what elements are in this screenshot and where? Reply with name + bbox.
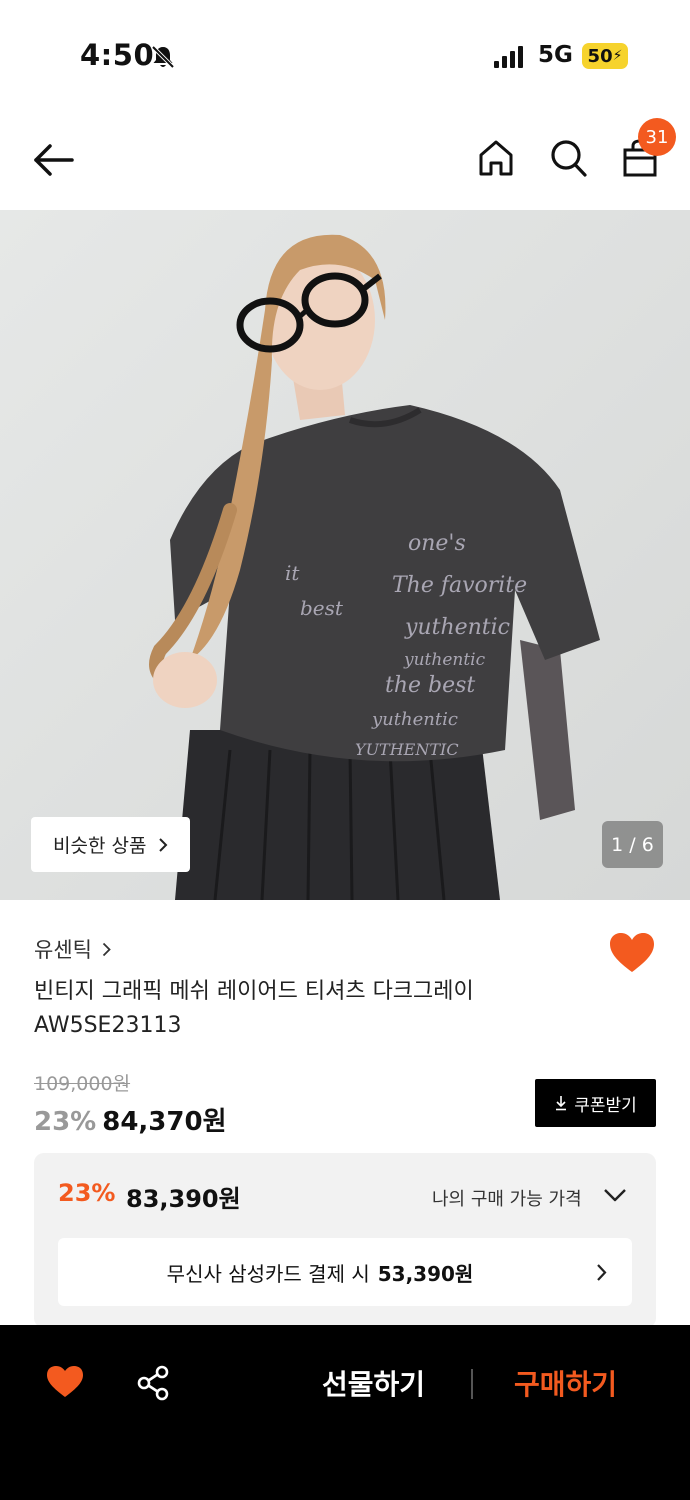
coupon-download-button[interactable]: 쿠폰받기 (535, 1079, 656, 1127)
svg-text:the best: the best (385, 673, 475, 698)
chevron-right-icon (597, 1264, 607, 1281)
battery-indicator: 50 ⚡ (582, 43, 628, 69)
product-photo: one's The favorite yuthentic yuthentic t… (0, 210, 690, 900)
original-price: 109,000원 (34, 1073, 131, 1095)
svg-text:one's: one's (408, 531, 466, 556)
buy-button[interactable]: 구매하기 (514, 1363, 617, 1403)
battery-level: 50 (587, 45, 613, 67)
product-name: 빈티지 그래픽 메쉬 레이어드 티셔츠 다크그레이 AW5SE23113 (34, 975, 554, 1043)
cart-count-badge: 31 (638, 118, 676, 156)
download-icon (556, 1096, 567, 1111)
bell-slash-icon (151, 45, 175, 69)
status-time: 4:50 (80, 38, 155, 72)
my-discount-rate: 23% (58, 1179, 116, 1207)
divider (471, 1369, 473, 1399)
sale-price: 84,370원 (102, 1107, 227, 1137)
top-nav: 31 (0, 110, 690, 210)
brand-name: 유센틱 (34, 938, 92, 962)
heart-icon[interactable] (46, 1365, 84, 1399)
charging-icon: ⚡ (612, 48, 623, 64)
my-price: 83,390원 (126, 1185, 241, 1213)
chevron-down-icon[interactable] (603, 1188, 627, 1202)
bottom-action-bar: 선물하기 구매하기 (0, 1325, 690, 1500)
status-bar: 4:50 5G 50 ⚡ (0, 0, 690, 110)
home-icon[interactable] (476, 138, 516, 178)
discount-rate: 23% (34, 1107, 97, 1137)
share-icon[interactable] (136, 1365, 170, 1401)
similar-products-button[interactable]: 비슷한 상품 (31, 817, 190, 872)
card-offer-price: 53,390원 (377, 1261, 474, 1286)
card-offer-button[interactable]: 무신사 삼성카드 결제 시 53,390원 (58, 1238, 632, 1306)
product-name-line1: 빈티지 그래픽 메쉬 레이어드 티셔츠 다크그레이 (34, 979, 474, 1004)
chevron-right-icon (159, 837, 168, 852)
back-arrow-icon[interactable] (32, 138, 76, 182)
svg-text:YUTHENTIC: YUTHENTIC (355, 740, 459, 759)
similar-products-label: 비슷한 상품 (53, 835, 147, 857)
price-row: 23% 84,370원 (34, 1101, 227, 1138)
search-icon[interactable] (548, 137, 588, 179)
gift-button[interactable]: 선물하기 (322, 1363, 425, 1403)
coupon-label: 쿠폰받기 (574, 1095, 637, 1116)
chevron-right-icon (102, 942, 111, 956)
svg-text:yuthentic: yuthentic (371, 709, 458, 730)
brand-link[interactable]: 유센틱 (34, 934, 111, 964)
like-heart-icon[interactable] (609, 932, 655, 974)
svg-text:best: best (300, 596, 344, 620)
svg-text:yuthentic: yuthentic (403, 650, 486, 670)
my-price-label[interactable]: 나의 구매 가능 가격 (432, 1185, 582, 1211)
card-offer-text: 무신사 삼성카드 결제 시 53,390원 (58, 1238, 582, 1306)
svg-text:it: it (285, 561, 300, 585)
product-image-carousel[interactable]: one's The favorite yuthentic yuthentic t… (0, 210, 690, 900)
my-price-panel: 23% 83,390원 나의 구매 가능 가격 무신사 삼성카드 결제 시 53… (34, 1153, 656, 1328)
svg-text:yuthentic: yuthentic (404, 615, 510, 640)
svg-text:The favorite: The favorite (392, 573, 527, 598)
network-type: 5G (538, 42, 573, 68)
product-code: AW5SE23113 (34, 1013, 182, 1038)
image-page-indicator: 1 / 6 (602, 821, 663, 868)
card-offer-label: 무신사 삼성카드 결제 시 (166, 1261, 370, 1286)
signal-icon (494, 46, 523, 68)
